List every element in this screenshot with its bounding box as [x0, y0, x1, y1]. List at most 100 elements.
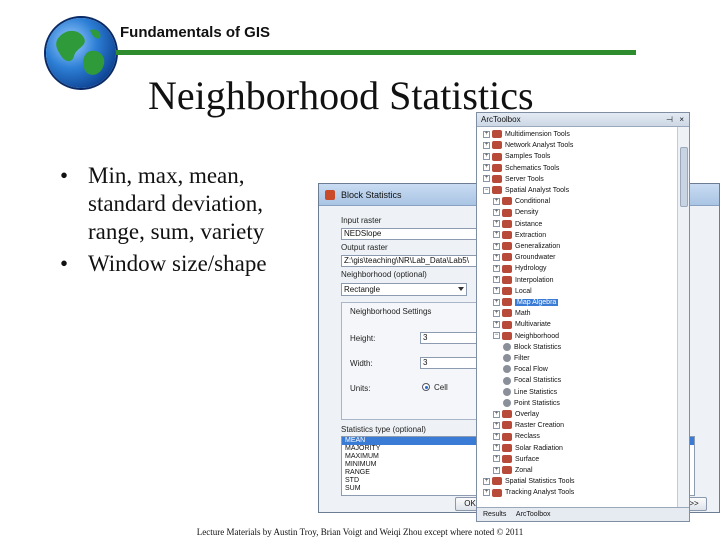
toolbox-item-label: Spatial Analyst Tools — [505, 187, 570, 194]
width-field[interactable]: 3 — [420, 357, 484, 369]
toolbox-tree-item[interactable]: + Interpolation — [493, 275, 554, 286]
toolbox-tree-item[interactable]: + Conditional — [493, 196, 550, 207]
units-cell-radio[interactable] — [422, 383, 430, 391]
tab-results[interactable]: Results — [483, 511, 506, 518]
toolbox-tree-item[interactable]: + Extraction — [493, 230, 546, 241]
toolbox-tree-item[interactable]: + Network Analyst Tools — [483, 140, 573, 151]
toolbox-tree-item[interactable]: + Reclass — [493, 431, 540, 442]
toolbox-tree-item[interactable]: + Surface — [493, 454, 539, 465]
globe-logo — [46, 18, 116, 88]
toolbox-item-label: Density — [515, 209, 539, 217]
toolbox-tree-item[interactable]: + Hydrology — [493, 263, 547, 274]
toolbox-tree-item[interactable]: + Samples Tools — [483, 151, 550, 162]
toolbox-tree-item[interactable]: + Map Algebra — [493, 297, 559, 308]
toolbox-item-label: Line Statistics — [514, 388, 558, 396]
input-raster-label: Input raster — [341, 216, 382, 225]
expand-icon[interactable]: + — [493, 321, 500, 329]
toolbox-tree-item[interactable]: Focal Statistics — [503, 375, 561, 386]
toolbox-item-label: Overlay — [515, 411, 540, 418]
expand-icon[interactable]: + — [493, 466, 500, 474]
expand-icon[interactable]: + — [493, 253, 500, 261]
expand-icon[interactable]: + — [493, 209, 500, 217]
toolbox-tree-item[interactable]: Block Statistics — [503, 342, 561, 353]
toolbox-item-label: Samples Tools — [505, 153, 551, 161]
expand-icon[interactable]: + — [493, 298, 500, 306]
hammer-icon — [503, 365, 511, 374]
toolbox-tree-item[interactable]: + Schematics Tools — [483, 163, 559, 174]
toolbox-tree-item[interactable]: + Zonal — [493, 465, 533, 476]
expand-icon[interactable]: + — [493, 242, 500, 250]
height-field[interactable]: 3 — [420, 332, 484, 344]
hammer-icon — [503, 398, 511, 407]
expand-icon[interactable]: + — [483, 130, 490, 138]
expand-icon[interactable]: + — [483, 175, 490, 183]
expand-icon[interactable]: + — [493, 287, 500, 295]
collapse-icon[interactable]: − — [483, 186, 490, 194]
toolbox-icon — [492, 174, 502, 183]
toolbox-tree-item[interactable]: Focal Flow — [503, 364, 548, 375]
hammer-icon — [503, 354, 511, 363]
expand-icon[interactable]: + — [493, 220, 500, 228]
expand-icon[interactable]: + — [483, 477, 490, 485]
toolbox-item-label: Generalization — [515, 243, 561, 250]
toolbox-tree-item[interactable]: Line Statistics — [503, 387, 557, 398]
toolbox-tree-item[interactable]: + Overlay — [493, 409, 539, 420]
toolbox-tree-item[interactable]: + Solar Radiation — [493, 443, 563, 454]
bullet-item: Min, max, mean, standard deviation, rang… — [58, 162, 318, 246]
tab-arctoolbox[interactable]: ArcToolbox — [516, 511, 551, 518]
toolbox-tree-item[interactable]: + Tracking Analyst Tools — [483, 487, 574, 498]
toolbox-tree-item[interactable]: − Spatial Analyst Tools — [483, 185, 569, 196]
chevron-down-icon — [458, 287, 464, 291]
toolbox-icon — [492, 130, 502, 139]
toolbox-tree-item[interactable]: + Server Tools — [483, 174, 544, 185]
expand-icon[interactable]: + — [493, 231, 500, 239]
neighborhood-select[interactable]: Rectangle — [341, 283, 467, 296]
expand-icon[interactable]: + — [483, 489, 490, 497]
toolbox-tree-item[interactable]: + Multidimension Tools — [483, 129, 570, 140]
toolbox-item-label: Distance — [515, 220, 543, 228]
expand-icon[interactable]: + — [483, 141, 490, 149]
toolbox-tree-item[interactable]: + Spatial Statistics Tools — [483, 476, 575, 487]
toolbox-icon — [502, 320, 512, 329]
expand-icon[interactable]: + — [483, 153, 490, 161]
toolbox-tree-item[interactable]: + Raster Creation — [493, 420, 564, 431]
height-label: Height: — [350, 334, 376, 343]
expand-icon[interactable]: + — [493, 433, 500, 441]
toolbox-tree-item[interactable]: Filter — [503, 353, 530, 364]
toolbox-tree-item[interactable]: − Neighborhood — [493, 331, 559, 342]
toolbox-item-label: Neighborhood — [515, 332, 559, 340]
collapse-icon[interactable]: − — [493, 332, 500, 340]
toolbox-tree-item[interactable]: + Generalization — [493, 241, 560, 252]
expand-icon[interactable]: + — [483, 164, 490, 172]
toolbox-icon — [492, 186, 502, 195]
expand-icon[interactable]: + — [493, 421, 500, 429]
expand-icon[interactable]: + — [493, 410, 500, 418]
toolbox-tree-item[interactable]: + Math — [493, 308, 531, 319]
toolbox-icon — [502, 410, 512, 419]
expand-icon[interactable]: + — [493, 276, 500, 284]
close-icon[interactable]: × — [679, 113, 684, 127]
toolbox-item-label: Block Statistics — [514, 343, 562, 351]
toolbox-item-label: Zonal — [515, 467, 533, 474]
toolbox-tree-item[interactable]: + Groundwater — [493, 252, 555, 263]
toolbox-item-label: Conditional — [515, 198, 551, 206]
toolbox-item-label: Focal Statistics — [514, 377, 562, 385]
slide-footer: Lecture Materials by Austin Troy, Brian … — [196, 527, 524, 537]
expand-icon[interactable]: + — [493, 309, 500, 317]
toolbox-tree-item[interactable]: + Density — [493, 207, 538, 218]
expand-icon[interactable]: + — [493, 455, 500, 463]
input-raster-field[interactable]: NEDSlope — [341, 228, 491, 240]
toolbox-tree-item[interactable]: + Local — [493, 286, 532, 297]
expand-icon[interactable]: + — [493, 197, 500, 205]
toolbox-scrollbar[interactable] — [677, 127, 689, 507]
toolbox-icon — [502, 253, 512, 262]
output-raster-field[interactable]: Z:\gis\teaching\NR\Lab_Data\Lab5\ — [341, 255, 491, 267]
toolbox-tree-item[interactable]: + Distance — [493, 219, 542, 230]
scrollbar-thumb[interactable] — [680, 147, 688, 207]
pin-icon[interactable]: ⊣ — [666, 113, 673, 127]
statistics-type-label: Statistics type (optional) — [341, 425, 426, 434]
toolbox-tree-item[interactable]: + Multivariate — [493, 319, 551, 330]
expand-icon[interactable]: + — [493, 265, 500, 273]
toolbox-tree-item[interactable]: Point Statistics — [503, 398, 560, 409]
expand-icon[interactable]: + — [493, 444, 500, 452]
